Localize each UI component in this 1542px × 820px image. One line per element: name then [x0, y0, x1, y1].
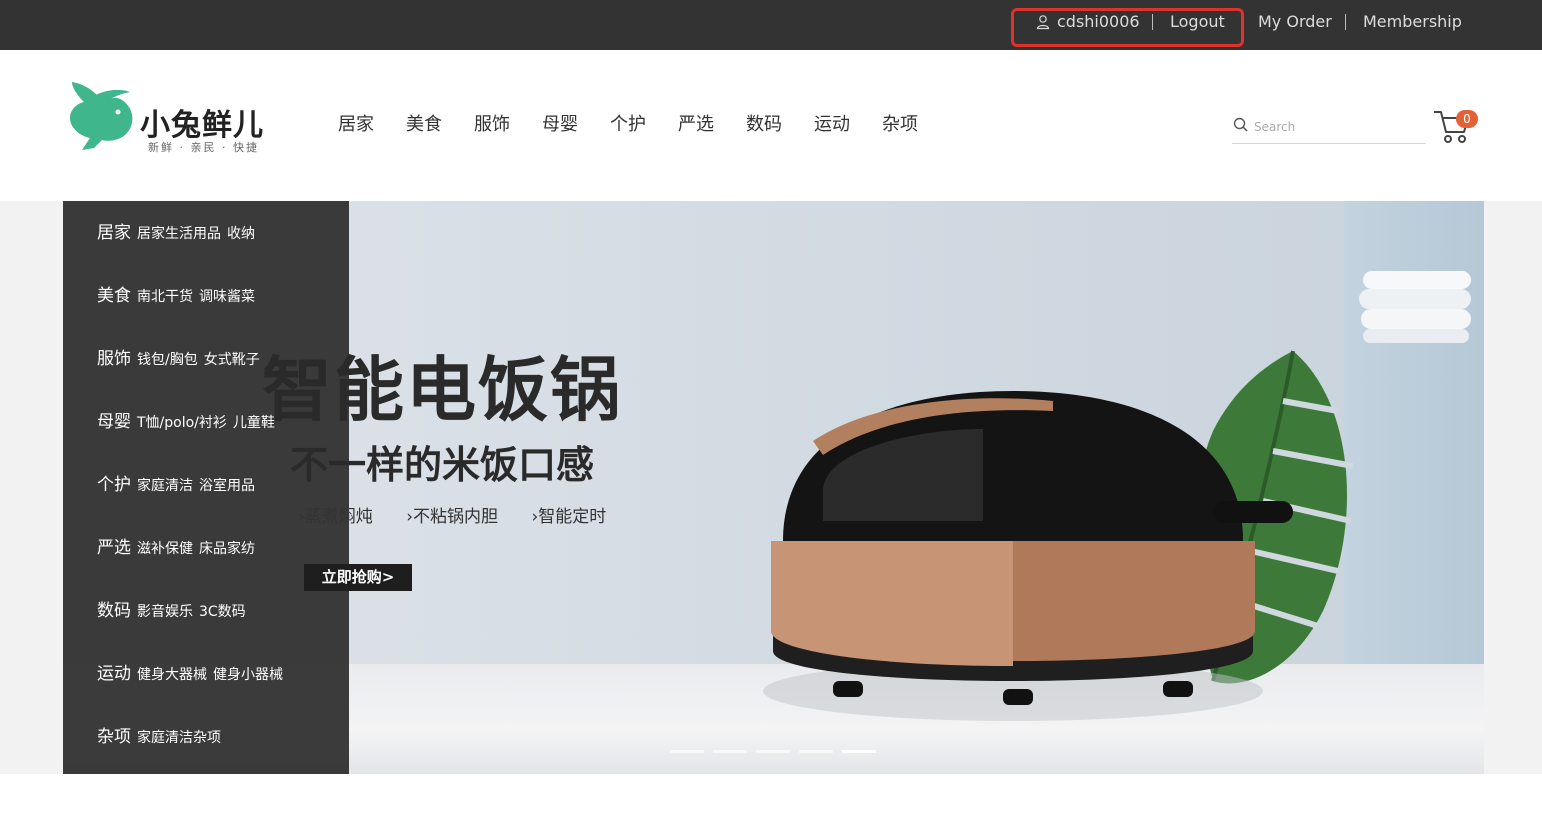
category-row-food[interactable]: 美食 南北干货 调味酱菜 — [97, 283, 261, 309]
subcategory-link[interactable]: 钱包/胸包 — [137, 352, 198, 368]
subcategory-link[interactable]: 健身小器械 — [213, 667, 283, 683]
nav-item-digital[interactable]: 数码 — [746, 112, 782, 138]
buy-now-button[interactable]: 立即抢购> — [304, 564, 412, 591]
logo-tagline: 新鲜 · 亲民 · 快捷 — [148, 141, 259, 154]
subcategory-link[interactable]: 健身大器械 — [137, 667, 207, 683]
subcategory-link[interactable]: 浴室用品 — [199, 478, 255, 494]
divider — [1152, 14, 1153, 30]
carousel-dot[interactable] — [799, 750, 833, 753]
category-row-digital[interactable]: 数码 影音娱乐 3C数码 — [97, 598, 252, 624]
category-row-sports[interactable]: 运动 健身大器械 健身小器械 — [97, 661, 289, 687]
rice-cooker-image — [763, 391, 1293, 721]
nav-item-sports[interactable]: 运动 — [814, 112, 850, 138]
feature-item: ›不粘锅内胆 — [406, 507, 499, 527]
rabbit-logo-icon — [70, 82, 133, 150]
nav-item-misc[interactable]: 杂项 — [882, 112, 918, 138]
search-input[interactable] — [1254, 117, 1422, 137]
search-box — [1232, 114, 1426, 144]
nav-item-selection[interactable]: 严选 — [678, 112, 714, 138]
subcategory-link[interactable]: 南北干货 — [137, 289, 193, 305]
category-name[interactable]: 美食 — [97, 286, 131, 306]
carousel-dot[interactable] — [670, 750, 704, 753]
username-link[interactable]: cdshi0006 — [1057, 0, 1140, 44]
carousel-dot-active[interactable] — [842, 750, 876, 753]
divider — [1345, 14, 1346, 30]
category-row-baby[interactable]: 母婴 T恤/polo/衬衫 儿童鞋 — [97, 409, 281, 435]
category-row-apparel[interactable]: 服饰 钱包/胸包 女式靴子 — [97, 346, 266, 372]
carousel-dot[interactable] — [756, 750, 790, 753]
carousel-dot[interactable] — [713, 750, 747, 753]
subcategory-link[interactable]: 调味酱菜 — [199, 289, 255, 305]
membership-link[interactable]: Membership — [1363, 0, 1462, 44]
nav-item-personal-care[interactable]: 个护 — [610, 112, 646, 138]
nav-item-baby[interactable]: 母婴 — [542, 112, 578, 138]
main-nav: 居家 美食 服饰 母婴 个护 严选 数码 运动 杂项 — [338, 112, 950, 138]
feature-item: ›智能定时 — [531, 507, 607, 527]
site-logo[interactable]: 小兔鲜儿 新鲜 · 亲民 · 快捷 — [64, 76, 294, 158]
category-row-selection[interactable]: 严选 滋补保健 床品家纺 — [97, 535, 261, 561]
category-name[interactable]: 运动 — [97, 664, 131, 684]
category-row-personal-care[interactable]: 个护 家庭清洁 浴室用品 — [97, 472, 261, 498]
subcategory-link[interactable]: 3C数码 — [199, 604, 246, 620]
category-name[interactable]: 母婴 — [97, 412, 131, 432]
category-name[interactable]: 服饰 — [97, 349, 131, 369]
banner-features: ›蒸煮焖炖 ›不粘锅内胆 ›智能定时 — [298, 502, 634, 527]
category-name[interactable]: 个护 — [97, 475, 131, 495]
subcategory-link[interactable]: 家庭清洁 — [137, 478, 193, 494]
category-name[interactable]: 严选 — [97, 538, 131, 558]
category-name[interactable]: 杂项 — [97, 727, 131, 747]
feature-item: ›蒸煮焖炖 — [298, 507, 373, 527]
category-row-home[interactable]: 居家 居家生活用品 收纳 — [97, 220, 261, 246]
nav-item-home[interactable]: 居家 — [338, 112, 374, 138]
subcategory-link[interactable]: T恤/polo/衬衫 — [137, 415, 227, 431]
subcategory-link[interactable]: 居家生活用品 — [137, 226, 221, 242]
category-row-misc[interactable]: 杂项 家庭清洁杂项 — [97, 724, 227, 750]
logout-link[interactable]: Logout — [1170, 0, 1225, 44]
top-bar: cdshi0006 Logout My Order Membership — [0, 0, 1542, 50]
subcategory-link[interactable]: 女式靴子 — [204, 352, 260, 368]
cart-count-badge: 0 — [1456, 110, 1478, 128]
banner-headline: 智能电饭锅 — [262, 349, 622, 431]
subcategory-link[interactable]: 床品家纺 — [199, 541, 255, 557]
subcategory-link[interactable]: 收纳 — [227, 226, 255, 242]
subcategory-link[interactable]: 家庭清洁杂项 — [137, 730, 221, 746]
towels-image — [1359, 271, 1471, 343]
search-icon — [1233, 117, 1248, 132]
nav-item-food[interactable]: 美食 — [406, 112, 442, 138]
nav-item-apparel[interactable]: 服饰 — [474, 112, 510, 138]
category-name[interactable]: 居家 — [97, 223, 131, 243]
category-name[interactable]: 数码 — [97, 601, 131, 621]
user-icon — [1036, 15, 1050, 30]
logo-text: 小兔鲜儿 — [140, 108, 264, 143]
subcategory-link[interactable]: 滋补保健 — [137, 541, 193, 557]
carousel-indicators — [670, 750, 885, 753]
banner-subline: 不一样的米饭口感 — [290, 443, 595, 487]
my-order-link[interactable]: My Order — [1258, 0, 1332, 44]
subcategory-link[interactable]: 影音娱乐 — [137, 604, 193, 620]
